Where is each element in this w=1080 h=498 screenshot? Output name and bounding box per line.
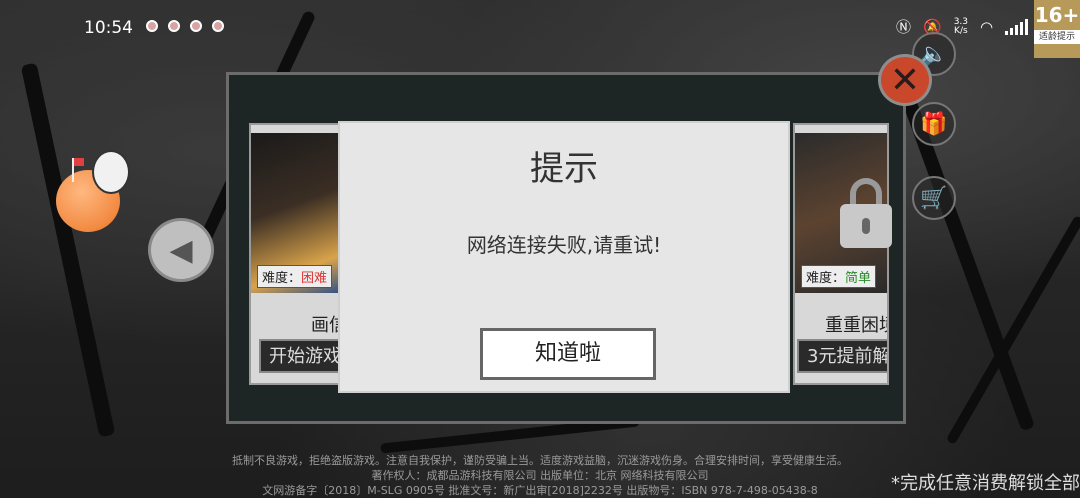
app-notification-icon xyxy=(190,20,202,32)
gift-icon[interactable]: 🎁 xyxy=(912,102,956,146)
flag-icon xyxy=(72,158,84,182)
health-notice-footer: 抵制不良游戏，拒绝盗版游戏。注意自我保护，谨防受骗上当。适度游戏益脑，沉迷游戏伤… xyxy=(0,453,1080,498)
app-notification-icon xyxy=(212,20,224,32)
app-notification-icon xyxy=(146,20,158,32)
footer-line: 抵制不良游戏，拒绝盗版游戏。注意自我保护，谨防受骗上当。适度游戏益脑，沉迷游戏伤… xyxy=(232,454,848,467)
difficulty-value: 困难 xyxy=(301,271,328,286)
nfc-icon: Ⓝ xyxy=(896,18,912,36)
footer-line: 文网游备字〔2018〕M-SLG 0905号 批准文号：新广出审[2018]22… xyxy=(262,484,818,497)
footer-line: 著作权人：成都品游科技有限公司 出版单位：北京 网络科技有限公司 xyxy=(371,469,709,482)
astronaut-icon xyxy=(92,150,130,194)
start-game-button[interactable]: 开始游戏 xyxy=(259,339,343,373)
difficulty-tag: 难度：简单 xyxy=(801,265,877,288)
story-card[interactable]: 难度：困难 画信 开始游戏 xyxy=(249,123,345,385)
age-rating-badge: 16+ 适龄提示 xyxy=(1034,0,1080,58)
status-time: 10:54 xyxy=(84,18,133,38)
story-card[interactable]: 难度：简单 重重困境 3元提前解锁 xyxy=(793,123,889,385)
signal-icon xyxy=(1005,18,1029,35)
shopping-cart-icon[interactable]: 🛒 xyxy=(912,176,956,220)
dialog-message: 网络连接失败,请重试! xyxy=(466,233,662,257)
lock-icon xyxy=(840,178,896,250)
age-rating: 16+ xyxy=(1034,3,1080,27)
age-rating-caption: 适龄提示 xyxy=(1034,30,1080,44)
story-title: 重重困境 xyxy=(825,315,887,336)
dialog-title: 提示 xyxy=(530,149,598,189)
wifi-icon: ◠ xyxy=(980,17,994,36)
unlock-early-button[interactable]: 3元提前解锁 xyxy=(797,339,887,373)
previous-chapter-button[interactable]: ◀ xyxy=(148,218,214,282)
error-dialog: 提示 网络连接失败,请重试! 知道啦 xyxy=(338,121,790,393)
difficulty-value: 简单 xyxy=(845,271,872,286)
close-icon: ✕ xyxy=(889,59,921,101)
notification-icons xyxy=(146,20,224,32)
app-notification-icon xyxy=(168,20,180,32)
dialog-ok-button[interactable]: 知道啦 xyxy=(480,328,656,380)
arrow-left-icon: ◀ xyxy=(169,232,193,268)
network-speed: 3.3 K/s xyxy=(953,16,969,36)
difficulty-tag: 难度：困难 xyxy=(257,265,333,288)
close-button[interactable]: ✕ xyxy=(878,54,932,106)
